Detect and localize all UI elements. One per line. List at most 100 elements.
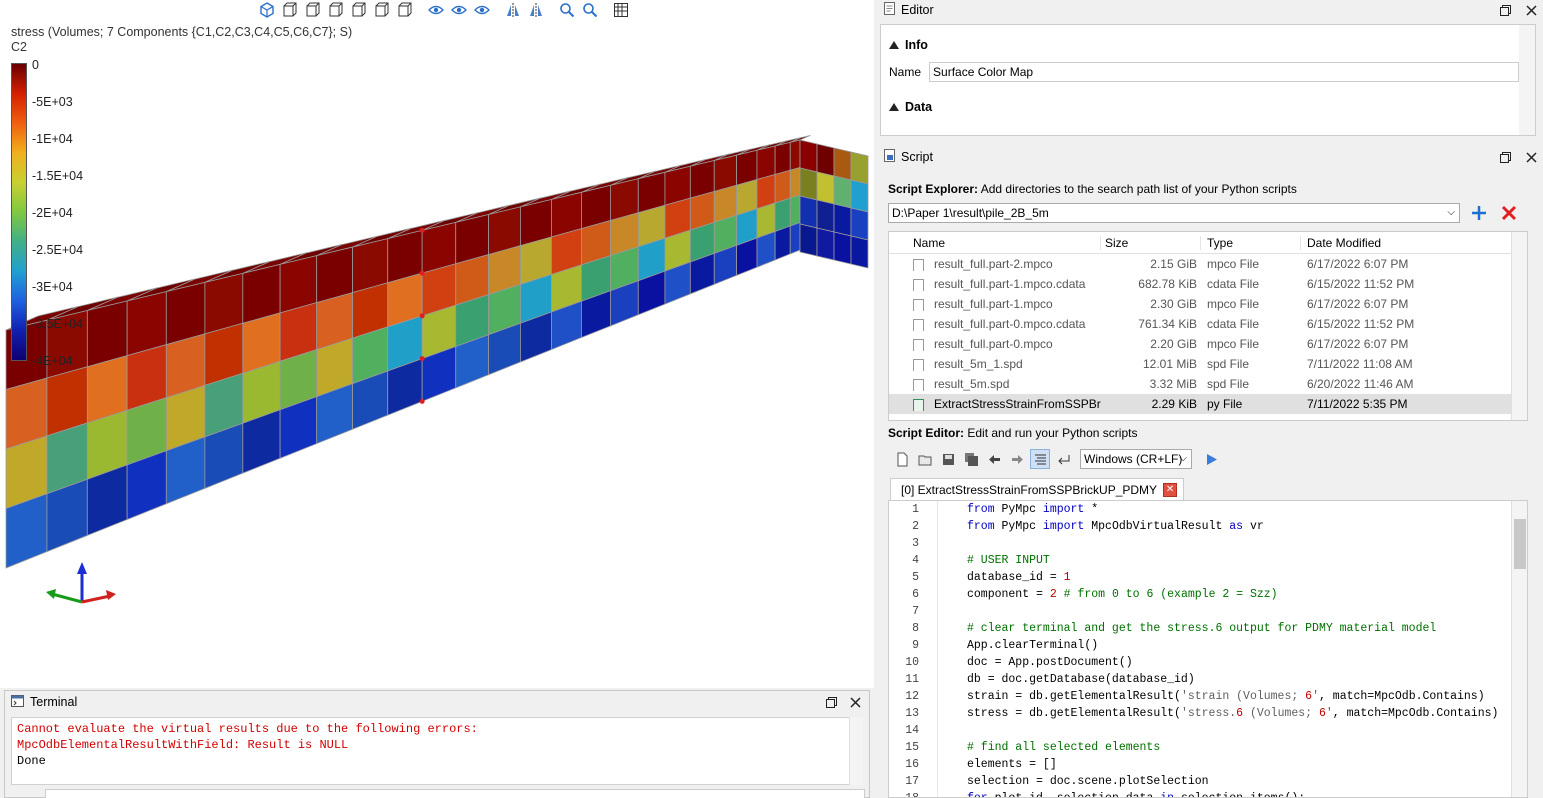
- file-name: ExtractStressStrainFromSSPBr...: [889, 397, 1101, 411]
- restore-icon[interactable]: [1499, 4, 1511, 16]
- bottom-view-icon[interactable]: [393, 1, 416, 19]
- column-date[interactable]: Date Modified: [1301, 236, 1501, 250]
- mesh-element: [789, 166, 801, 199]
- code-line: 2 from PyMpc import MpcOdbVirtualResult a…: [889, 518, 1527, 535]
- script-explorer-label: Script Explorer: Add directories to the …: [888, 182, 1297, 196]
- close-icon[interactable]: [1525, 151, 1537, 163]
- line-number: 14: [905, 724, 919, 737]
- remove-x-icon: [1501, 205, 1517, 221]
- data-label: Data: [905, 100, 933, 114]
- info-section-header[interactable]: Info: [881, 33, 1535, 57]
- close-icon[interactable]: [849, 696, 861, 708]
- file-icon: [913, 379, 924, 391]
- back-view-icon[interactable]: [301, 1, 324, 19]
- add-path-button[interactable]: [1468, 203, 1490, 223]
- code-scrollbar[interactable]: [1511, 501, 1527, 797]
- restore-icon[interactable]: [1499, 151, 1511, 163]
- editor-scrollbar[interactable]: [1519, 25, 1535, 135]
- remove-path-button[interactable]: [1498, 203, 1520, 223]
- forward-button[interactable]: [1007, 449, 1027, 469]
- code-line: 4 # USER INPUT: [889, 552, 1527, 569]
- code-line: 8 # clear terminal and get the stress.6 o…: [889, 620, 1527, 637]
- save-all-button[interactable]: [961, 449, 981, 469]
- name-label: Name: [889, 65, 922, 79]
- terminal-scrollbar[interactable]: [849, 717, 863, 785]
- file-date: 7/11/2022 11:08 AM: [1307, 357, 1413, 371]
- script-panel: Script Script Explorer: Add directories …: [878, 147, 1543, 798]
- file-row[interactable]: ExtractStressStrainFromSSPBr... 2.29 KiB p…: [889, 394, 1527, 414]
- split-icon[interactable]: [524, 1, 547, 19]
- file-size: 761.34 KiB: [1138, 317, 1197, 331]
- column-size[interactable]: Size: [1101, 235, 1201, 250]
- right-view-icon[interactable]: [347, 1, 370, 19]
- top-view-icon[interactable]: [370, 1, 393, 19]
- zoom-icon[interactable]: [578, 1, 601, 19]
- data-section-header[interactable]: Data: [881, 95, 1535, 119]
- line-number: 3: [912, 537, 919, 550]
- file-icon: [913, 259, 924, 271]
- line-number: 2: [912, 520, 919, 533]
- name-field[interactable]: [929, 62, 1520, 82]
- file-date: 6/15/2022 11:52 PM: [1307, 317, 1415, 331]
- name-row: Name: [881, 57, 1535, 87]
- terminal-input[interactable]: [45, 789, 865, 798]
- show-icon[interactable]: [447, 1, 470, 19]
- file-row[interactable]: result_full.part-2.mpco 2.15 GiB mpco File…: [889, 254, 1527, 274]
- file-row[interactable]: result_full.part-0.mpco.cdata 761.34 KiB c…: [889, 314, 1527, 334]
- line-ending-select[interactable]: Windows (CR+LF) ⌵: [1080, 449, 1192, 469]
- file-row[interactable]: result_5m.spd 3.32 MiB spd File 6/20/2022 1…: [889, 374, 1527, 394]
- file-table-scrollbar[interactable]: [1511, 232, 1527, 420]
- info-label: Info: [905, 38, 928, 52]
- code-lines: 1 from PyMpc import * 2 from PyMpc import M…: [889, 501, 1527, 797]
- file-type: cdata File: [1207, 317, 1260, 331]
- file-type: cdata File: [1207, 277, 1260, 291]
- path-select[interactable]: D:\Paper 1\result\pile_2B_5m ⌵: [888, 203, 1460, 223]
- script-editor-description: Edit and run your Python scripts: [967, 426, 1138, 440]
- close-icon[interactable]: [1525, 4, 1537, 16]
- file-row[interactable]: result_full.part-0.mpco 2.20 GiB mpco File…: [889, 334, 1527, 354]
- close-tab-icon[interactable]: ✕: [1163, 482, 1178, 497]
- line-number: 13: [905, 707, 919, 720]
- save-button[interactable]: [938, 449, 958, 469]
- iso-view-icon[interactable]: [255, 1, 278, 19]
- color-legend-tick-label: -2E+04: [32, 206, 73, 220]
- code-text: component = 2 # from 0 to 6 (example 2 =…: [967, 588, 1278, 601]
- grid-icon[interactable]: [609, 1, 632, 19]
- 3d-viewport[interactable]: stress (Volumes; 7 Components {C1,C2,C3,…: [0, 0, 874, 688]
- indent-button[interactable]: [1030, 449, 1050, 469]
- column-type[interactable]: Type: [1201, 235, 1301, 250]
- file-table: Name Size Type Date Modified result_full…: [888, 231, 1528, 421]
- back-button[interactable]: [984, 449, 1004, 469]
- display-mode-icon[interactable]: [424, 1, 447, 19]
- zoom-fit-icon[interactable]: [555, 1, 578, 19]
- mirror-icon[interactable]: [501, 1, 524, 19]
- run-script-button[interactable]: [1201, 449, 1221, 469]
- code-line: 10 doc = App.postDocument(): [889, 654, 1527, 671]
- file-icon: [913, 359, 924, 371]
- column-name[interactable]: Name: [889, 235, 1101, 250]
- mesh-element: [789, 139, 801, 171]
- hide-icon[interactable]: [470, 1, 493, 19]
- word-wrap-button[interactable]: [1053, 449, 1073, 469]
- line-number: 15: [905, 741, 919, 754]
- front-view-icon[interactable]: [278, 1, 301, 19]
- file-icon: [913, 319, 924, 331]
- color-legend-tick-label: -3E+04: [32, 280, 73, 294]
- mesh-element: [774, 169, 791, 204]
- left-view-icon[interactable]: [324, 1, 347, 19]
- terminal-title: Terminal: [30, 695, 78, 709]
- code-line: 11 db = doc.getDatabase(database_id): [889, 671, 1527, 688]
- file-row[interactable]: result_full.part-1.mpco.cdata 682.78 KiB c…: [889, 274, 1527, 294]
- open-file-button[interactable]: [915, 449, 935, 469]
- code-editor[interactable]: 1 from PyMpc import * 2 from PyMpc import M…: [888, 500, 1528, 798]
- file-row[interactable]: result_full.part-1.mpco 2.30 GiB mpco File…: [889, 294, 1527, 314]
- restore-icon[interactable]: [825, 696, 837, 708]
- file-row[interactable]: result_5m_1.spd 12.01 MiB spd File 7/11/202…: [889, 354, 1527, 374]
- code-line: 6 component = 2 # from 0 to 6 (example 2 …: [889, 586, 1527, 603]
- new-file-button[interactable]: [892, 449, 912, 469]
- wrap-icon: [1057, 454, 1069, 464]
- script-explorer-description: Add directories to the search path list …: [980, 182, 1297, 196]
- mesh-scene[interactable]: [0, 0, 874, 688]
- script-tab[interactable]: [0] ExtractStressStrainFromSSPBrickUP_PD…: [890, 478, 1185, 500]
- terminal-output[interactable]: Cannot evaluate the virtual results due …: [11, 717, 851, 785]
